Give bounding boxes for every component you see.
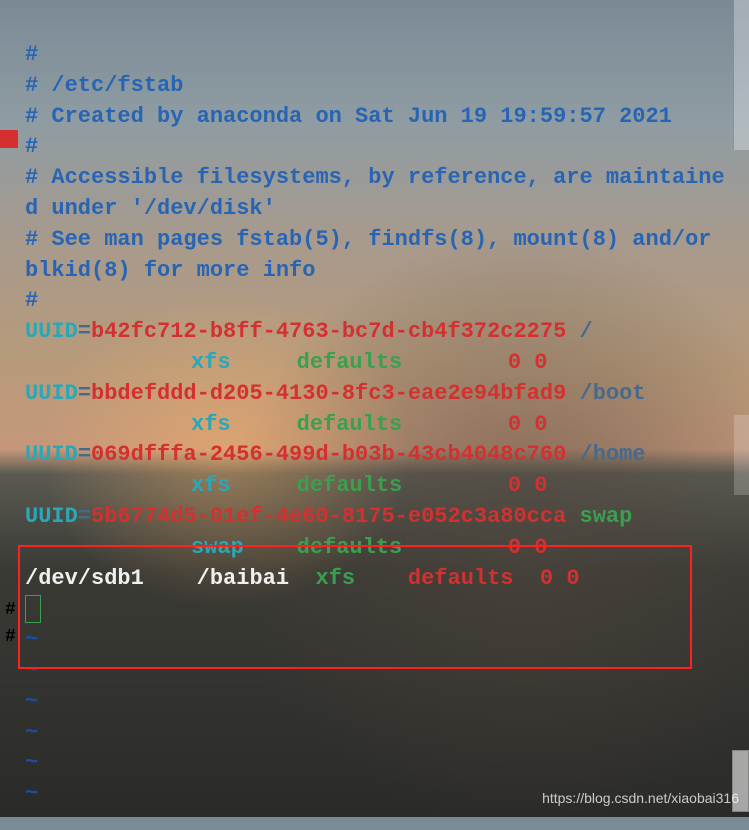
sidebar-hash: # xyxy=(5,598,16,623)
fs-type: xfs xyxy=(191,412,231,437)
fstab-entry: UUID=b42fc712-b8ff-4763-bc7d-cb4f372c227… xyxy=(25,317,729,348)
mount-opts: defaults xyxy=(408,566,514,591)
fs-type: xfs xyxy=(315,566,355,591)
device: /dev/sdb1 xyxy=(25,566,144,591)
uuid-value: 5b6774d5-01ef-4e60-8175-e052c3a80cca xyxy=(91,504,566,529)
sidebar-hash: # xyxy=(5,625,16,650)
fstab-options: xfs defaults 0 0 xyxy=(25,410,729,441)
mount-point: /baibai xyxy=(197,566,289,591)
mount-opts: defaults xyxy=(297,412,403,437)
comment-line: # xyxy=(25,40,729,71)
mount-opts: defaults xyxy=(297,350,403,375)
fstab-options: xfs defaults 0 0 xyxy=(25,348,729,379)
dump-pass: 0 0 xyxy=(508,350,548,375)
equals: = xyxy=(78,442,91,467)
fstab-options: swap defaults 0 0 xyxy=(25,533,729,564)
equals: = xyxy=(78,319,91,344)
mount-point: /boot xyxy=(566,381,645,406)
mount-opts: defaults xyxy=(297,535,403,560)
fs-type: xfs xyxy=(191,473,231,498)
cursor xyxy=(25,595,41,623)
comment-line: # See man pages fstab(5), findfs(8), mou… xyxy=(25,225,729,287)
fstab-entry: UUID=bbdefddd-d205-4130-8fc3-eae2e94bfad… xyxy=(25,379,729,410)
uuid-value: bbdefddd-d205-4130-8fc3-eae2e94bfad9 xyxy=(91,381,566,406)
comment-line: # Created by anaconda on Sat Jun 19 19:5… xyxy=(25,102,729,133)
watermark: https://blog.csdn.net/xiaobai316 xyxy=(542,789,739,809)
mount-point: / xyxy=(566,319,592,344)
custom-fstab-entry: /dev/sdb1 /baibai xfs defaults 0 0 xyxy=(25,564,729,595)
fstab-entry: UUID=5b6774d5-01ef-4e60-8175-e052c3a80cc… xyxy=(25,502,729,533)
uuid-key: UUID xyxy=(25,381,78,406)
comment-line: # /etc/fstab xyxy=(25,71,729,102)
fstab-options: xfs defaults 0 0 xyxy=(25,471,729,502)
dump-pass: 0 0 xyxy=(540,566,580,591)
dump-pass: 0 0 xyxy=(508,473,548,498)
uuid-value: b42fc712-b8ff-4763-bc7d-cb4f372c2275 xyxy=(91,319,566,344)
uuid-key: UUID xyxy=(25,442,78,467)
equals: = xyxy=(78,504,91,529)
mount-point: swap xyxy=(566,504,632,529)
terminal-editor[interactable]: # # /etc/fstab # Created by anaconda on … xyxy=(0,0,749,830)
comment-line: # xyxy=(25,286,729,317)
dump-pass: 0 0 xyxy=(508,535,548,560)
empty-line-tilde: ~ xyxy=(25,687,729,718)
comment-line: # xyxy=(25,132,729,163)
fs-type: swap xyxy=(191,535,244,560)
equals: = xyxy=(78,381,91,406)
uuid-value: 069dfffa-2456-499d-b03b-43cb4048c760 xyxy=(91,442,566,467)
fs-type: xfs xyxy=(191,350,231,375)
mount-opts: defaults xyxy=(297,473,403,498)
mount-point: /home xyxy=(566,442,645,467)
empty-line-tilde: ~ xyxy=(25,748,729,779)
cursor-line xyxy=(25,594,729,625)
empty-line-tilde: ~ xyxy=(25,656,729,687)
empty-line-tilde: ~ xyxy=(25,625,729,656)
uuid-key: UUID xyxy=(25,504,78,529)
comment-line: # Accessible filesystems, by reference, … xyxy=(25,163,729,225)
dump-pass: 0 0 xyxy=(508,412,548,437)
empty-line-tilde: ~ xyxy=(25,718,729,749)
uuid-key: UUID xyxy=(25,319,78,344)
fstab-entry: UUID=069dfffa-2456-499d-b03b-43cb4048c76… xyxy=(25,440,729,471)
